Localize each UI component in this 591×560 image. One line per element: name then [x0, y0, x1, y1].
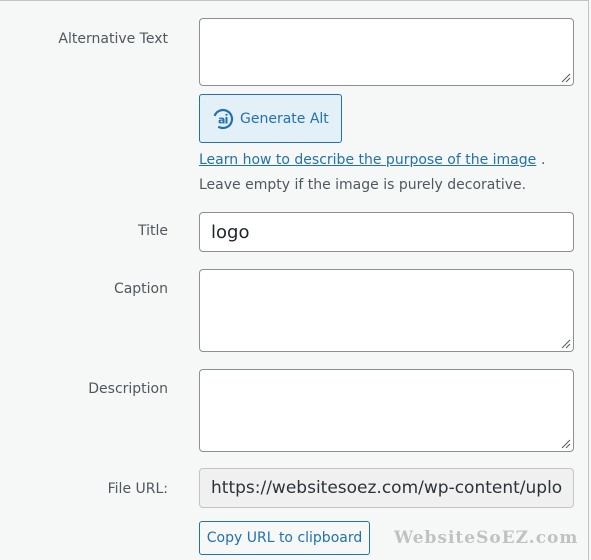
help-period: . — [541, 152, 546, 168]
description-field[interactable] — [199, 369, 574, 452]
describe-image-help-link[interactable]: Learn how to describe the purpose of the… — [199, 152, 536, 168]
resize-grip-icon[interactable] — [561, 73, 571, 83]
svg-text:a: a — [218, 113, 225, 126]
attachment-details-panel: Alternative Text a Generate Alt Learn ho… — [0, 0, 589, 560]
alt-text-field[interactable] — [199, 18, 574, 86]
resize-grip-icon[interactable] — [561, 439, 571, 449]
copy-url-button[interactable]: Copy URL to clipboard — [199, 521, 370, 555]
resize-grip-icon[interactable] — [561, 339, 571, 349]
watermark: WebsiteSoEZ.com — [394, 528, 579, 548]
generate-alt-button[interactable]: a Generate Alt — [199, 94, 342, 143]
decorative-image-note: Leave empty if the image is purely decor… — [199, 177, 527, 193]
caption-field[interactable] — [199, 269, 574, 352]
alt-text-label: Alternative Text — [58, 31, 168, 47]
title-field[interactable] — [199, 212, 574, 252]
generate-alt-label: Generate Alt — [240, 110, 329, 127]
caption-label: Caption — [113, 281, 168, 297]
ai-icon: a — [212, 108, 234, 129]
title-label: Title — [137, 223, 168, 239]
file-url-field[interactable] — [199, 468, 574, 508]
file-url-label: File URL: — [107, 481, 168, 497]
description-label: Description — [88, 381, 168, 397]
